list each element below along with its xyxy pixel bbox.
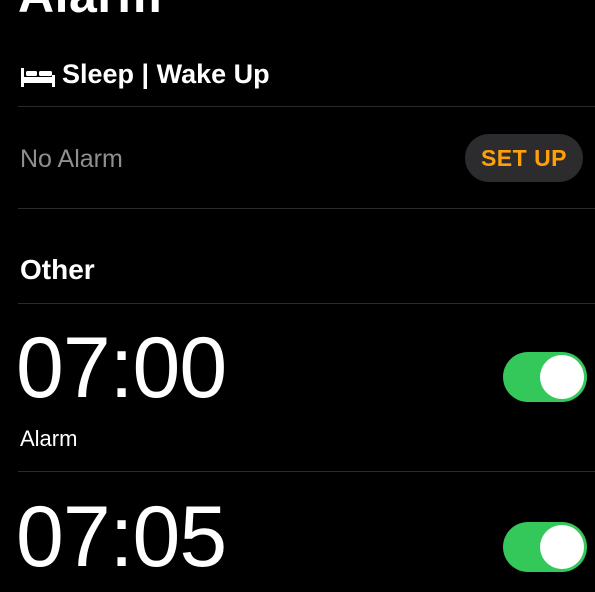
- setup-button[interactable]: SET UP: [465, 134, 583, 182]
- toggle-knob: [540, 525, 584, 569]
- section-header-other: Other: [20, 254, 95, 285]
- alarm-label: Alarm: [20, 426, 78, 451]
- sleep-wake-label: Sleep | Wake Up: [62, 58, 270, 89]
- sleep-status: No Alarm: [20, 145, 123, 173]
- divider: [18, 303, 595, 304]
- alarm-toggle[interactable]: [503, 522, 587, 572]
- alarm-toggle[interactable]: [503, 352, 587, 402]
- sleep-wake-header: Sleep | Wake Up: [20, 55, 270, 93]
- bed-icon: [20, 63, 56, 87]
- alarm-time: 07:00: [16, 320, 227, 416]
- divider: [18, 208, 595, 209]
- divider: [18, 106, 595, 107]
- divider: [18, 471, 595, 472]
- alarm-time: 07:05: [16, 489, 227, 585]
- page-title: Alarm: [18, 0, 162, 20]
- toggle-knob: [540, 355, 584, 399]
